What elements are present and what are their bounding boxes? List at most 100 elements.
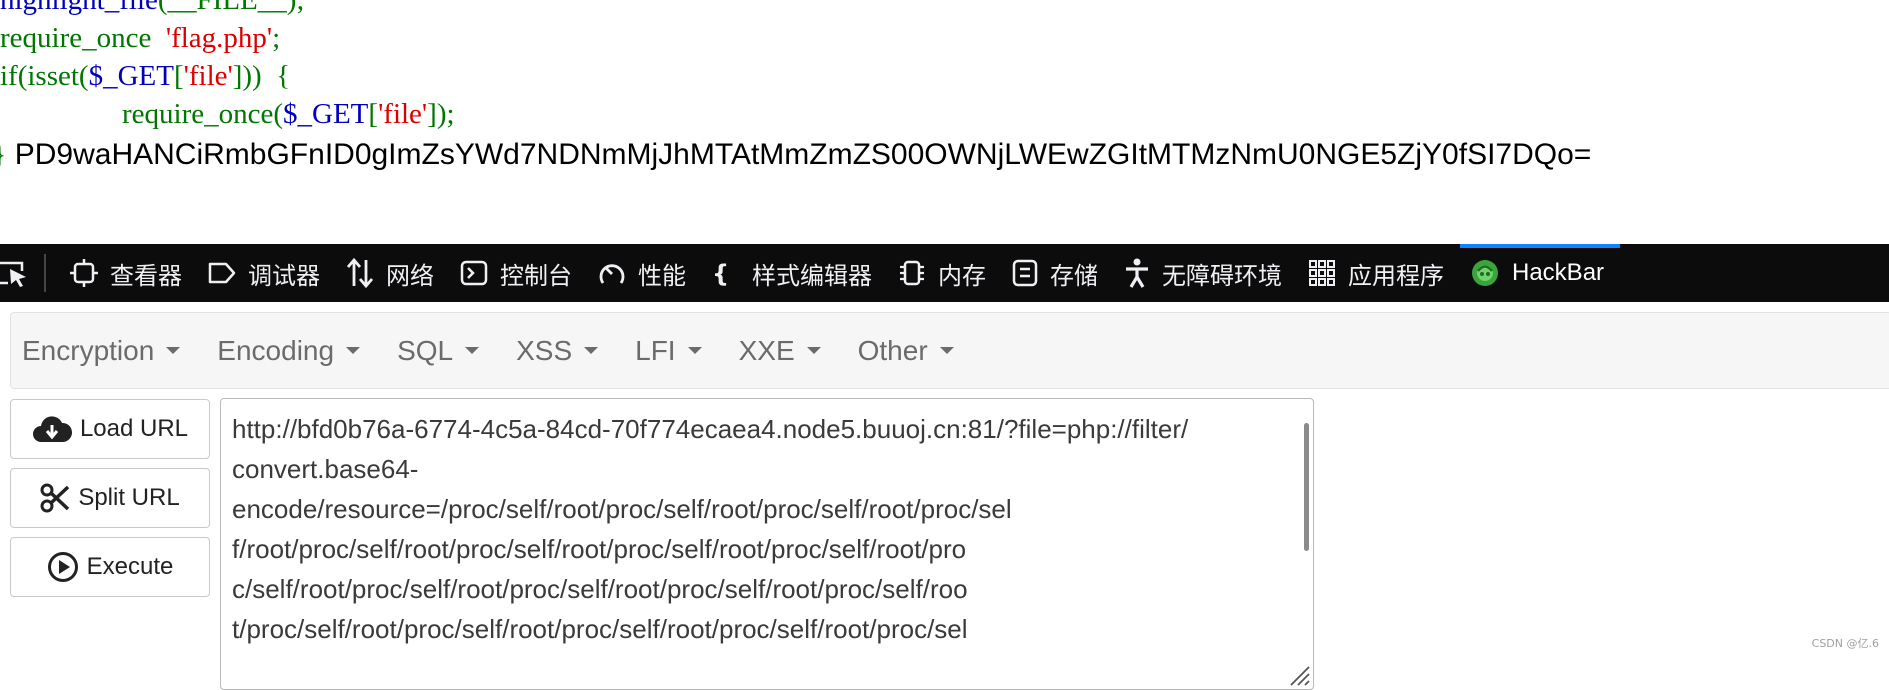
- tab-label: 无障碍环境: [1162, 262, 1282, 290]
- base64-output[interactable]: PD9waHANCiRmbGFnID0gImZsYWd7NDNmMjJhMTAt…: [15, 138, 1592, 171]
- menu-xxe[interactable]: XXE: [728, 335, 847, 367]
- caret-down-icon: [584, 347, 599, 354]
- load-url-button[interactable]: Load URL: [10, 399, 210, 459]
- caret-down-icon: [939, 347, 954, 354]
- url-line: convert.base64-: [232, 454, 419, 484]
- inspector-icon: [70, 259, 98, 287]
- code-line-4: require_once($_GET['file']);: [122, 98, 455, 131]
- code-line-2: require_once 'flag.php';: [0, 22, 280, 55]
- tab-label: 查看器: [110, 262, 182, 290]
- scissors-icon: [40, 483, 70, 513]
- element-picker-button[interactable]: [0, 244, 40, 302]
- url-text: http://bfd0b76a-6774-4c5a-84cd-70f774eca…: [232, 409, 1292, 649]
- caret-down-icon: [687, 347, 702, 354]
- code-token: ;: [272, 22, 281, 54]
- tab-performance[interactable]: 性能: [588, 244, 702, 302]
- caret-down-icon: [806, 347, 821, 354]
- tab-application[interactable]: 应用程序: [1298, 244, 1460, 302]
- tab-storage[interactable]: 存储: [1002, 244, 1114, 302]
- menu-encryption[interactable]: Encryption: [11, 335, 206, 367]
- tab-network[interactable]: 网络: [336, 244, 450, 302]
- caret-down-icon: [166, 347, 181, 354]
- menu-label: SQL: [397, 334, 454, 366]
- tab-accessibility[interactable]: 无障碍环境: [1114, 244, 1298, 302]
- menu-xss[interactable]: XSS: [505, 335, 624, 367]
- hackbar-panel: Encryption Encoding SQL XSS LFI XXE Othe…: [0, 302, 1889, 690]
- element-picker-icon: [0, 261, 26, 287]
- textarea-scrollbar[interactable]: [1304, 423, 1309, 551]
- button-label: Load URL: [79, 415, 189, 442]
- storage-icon: [1012, 259, 1038, 287]
- caret-down-icon: [465, 347, 480, 354]
- tab-label: 存储: [1050, 262, 1098, 290]
- memory-icon: [900, 260, 924, 286]
- network-icon: [346, 258, 374, 288]
- menu-lfi[interactable]: LFI: [624, 335, 727, 367]
- menu-label: LFI: [635, 334, 676, 366]
- accessibility-icon: [1126, 258, 1148, 288]
- caret-down-icon: [346, 347, 361, 354]
- split-url-button[interactable]: Split URL: [10, 468, 210, 528]
- menu-other[interactable]: Other: [847, 335, 980, 367]
- url-line: f/root/proc/self/root/proc/self/root/pro…: [232, 534, 967, 564]
- code-token: 'file': [378, 98, 428, 130]
- url-textarea[interactable]: http://bfd0b76a-6774-4c5a-84cd-70f774eca…: [220, 398, 1314, 690]
- menu-label: Encoding: [217, 334, 335, 366]
- play-circle-icon: [47, 552, 78, 582]
- tab-inspector[interactable]: 查看器: [60, 244, 198, 302]
- watermark: CSDN @亿.6: [1811, 637, 1879, 650]
- tab-console[interactable]: 控制台: [450, 244, 588, 302]
- code-line-1: highlight_file(__FILE__);: [0, 0, 304, 17]
- execute-button[interactable]: Execute: [10, 537, 210, 597]
- svg-text:{ }: { }: [712, 260, 740, 287]
- tab-label: 网络: [386, 262, 434, 290]
- code-token: ]);: [427, 98, 455, 130]
- hackbar-menu-bar: Encryption Encoding SQL XSS LFI XXE Othe…: [10, 312, 1889, 389]
- code-line-3: if(isset($_GET['file'])) {: [0, 60, 290, 93]
- menu-label: XSS: [516, 334, 573, 366]
- php-source-view: highlight_file(__FILE__); require_once '…: [0, 0, 1889, 245]
- tab-label: 控制台: [500, 262, 572, 290]
- console-icon: [460, 260, 488, 286]
- menu-label: Other: [857, 334, 928, 366]
- tab-label: 内存: [938, 262, 986, 290]
- menu-encoding[interactable]: Encoding: [206, 335, 386, 367]
- performance-icon: [599, 264, 625, 284]
- devtools-toolbar: 查看器 调试器 网络 控制台 性能 { } 样式编辑器 内存 存储 无障碍环境 …: [0, 244, 1889, 302]
- tab-label: 样式编辑器: [752, 262, 872, 290]
- tab-label: HackBar: [1512, 259, 1605, 286]
- code-token: $_GET: [283, 98, 369, 130]
- tab-label: 应用程序: [1348, 262, 1444, 290]
- code-token: 'file': [183, 60, 233, 92]
- debugger-icon: [208, 262, 236, 284]
- button-label: Split URL: [78, 484, 180, 511]
- tab-label: 性能: [638, 262, 686, 290]
- code-token: ])): [232, 60, 262, 92]
- resize-grip-icon[interactable]: [1287, 663, 1311, 687]
- url-line: c/self/root/proc/self/root/proc/self/roo…: [232, 574, 968, 604]
- code-token: require_once: [0, 22, 152, 54]
- tab-debugger[interactable]: 调试器: [198, 244, 336, 302]
- tab-label: 调试器: [248, 262, 320, 290]
- tab-memory[interactable]: 内存: [888, 244, 1002, 302]
- code-token: [: [173, 60, 184, 92]
- application-icon: [1309, 260, 1335, 286]
- menu-label: XXE: [738, 334, 795, 366]
- style-editor-icon: { }: [712, 260, 740, 287]
- code-token: [: [368, 98, 379, 130]
- cloud-download-icon: [33, 416, 72, 442]
- code-token: }: [0, 138, 6, 171]
- url-line: t/proc/self/root/proc/self/root/proc/sel…: [232, 614, 968, 644]
- url-line: encode/resource=/proc/self/root/proc/sel…: [232, 494, 1012, 524]
- url-line: http://bfd0b76a-6774-4c5a-84cd-70f774eca…: [232, 414, 1189, 444]
- menu-sql[interactable]: SQL: [386, 335, 505, 367]
- code-token: highlight_file: [0, 0, 158, 16]
- tab-style-editor[interactable]: { } 样式编辑器: [702, 244, 888, 302]
- code-token: 'flag.php': [165, 22, 273, 54]
- tab-hackbar[interactable]: HackBar: [1460, 244, 1621, 302]
- code-token: $_GET: [88, 60, 174, 92]
- hackbar-icon: [1472, 260, 1498, 286]
- toolbar-separator: [44, 254, 46, 292]
- code-token: (__FILE__);: [157, 0, 305, 16]
- code-token: require_once(: [122, 98, 284, 130]
